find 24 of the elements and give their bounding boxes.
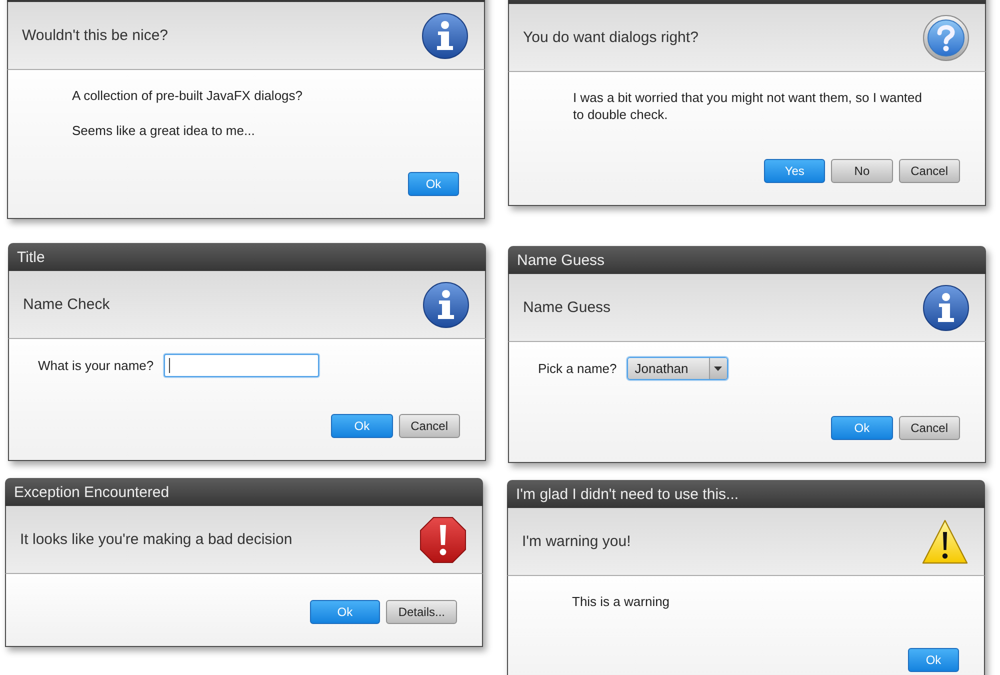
dialog-button[interactable]: Cancel [898,416,960,440]
text-cursor-icon [168,358,170,373]
dialog-button[interactable]: Details... [386,600,457,624]
header-text: I'm warning you! [522,533,631,550]
dialog-button[interactable]: No [831,159,893,183]
window-title: Title [17,248,45,266]
header-text: You do want dialogs right? [523,29,698,46]
header-text: Name Guess [523,299,611,316]
header-text: Wouldn't this be nice? [22,27,168,44]
header-text: Name Check [23,296,110,313]
field-label: Pick a name? [538,361,617,376]
message-text: This is a warning [572,593,670,610]
message-text: I was a bit worried that you might not want them, so I wanted to double check. [573,89,924,123]
message-text: Seems like a great idea to me... [72,122,255,139]
window-title: I'm glad I didn't need to use this... [516,486,739,502]
header-text: It looks like you're making a bad decision [20,531,292,548]
message-text: A collection of pre-built JavaFX dialogs? [72,87,303,104]
text-input-field[interactable] [164,354,319,377]
combo-box[interactable]: Jonathan [626,357,728,380]
window-title: Name Guess [517,252,605,268]
dialog-button[interactable]: Cancel [898,159,960,183]
dialog-button[interactable]: Cancel [398,414,460,438]
window-title: Exception Encountered [14,484,170,500]
field-label: What is your name? [38,358,154,373]
